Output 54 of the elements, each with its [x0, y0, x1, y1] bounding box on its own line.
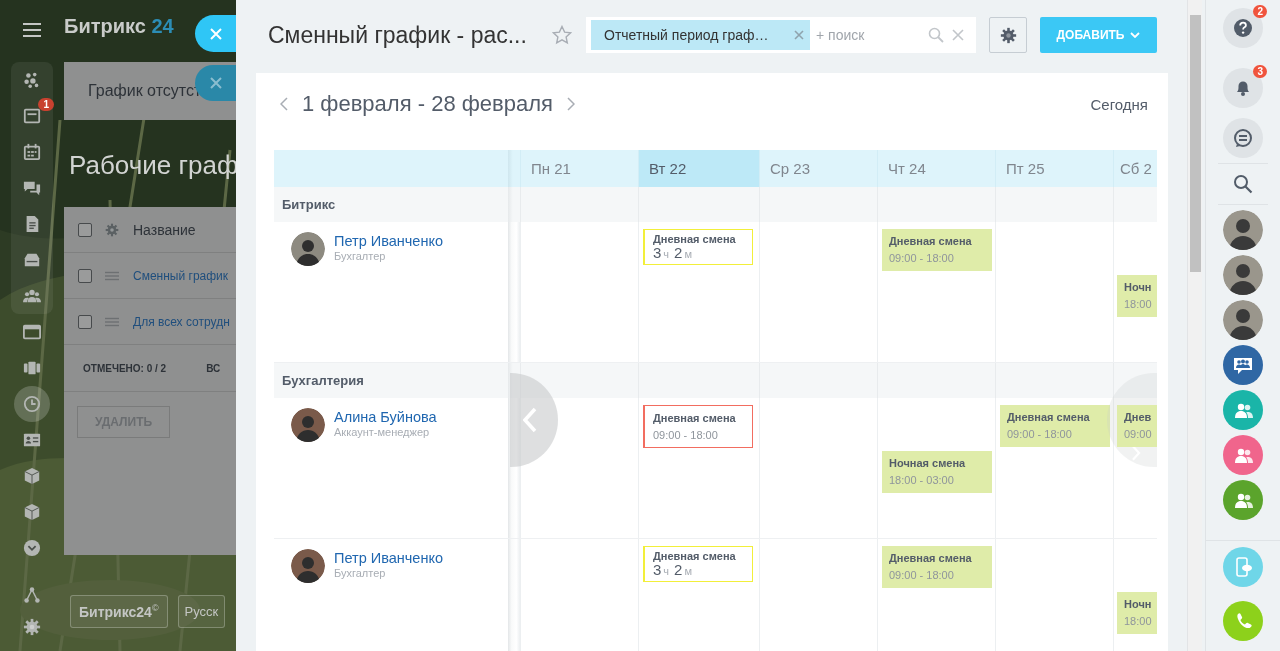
shift-time: 09:00 - 18:00 [1007, 428, 1073, 440]
filter-tag[interactable]: Отчетный период граф… [591, 20, 810, 50]
shift-title: Ночная смена [889, 457, 967, 469]
shift-title: Дневная смена [653, 412, 737, 424]
shift-time: 09:00 - 18:00 [889, 252, 955, 264]
employee-name[interactable]: Петр Иванченко [334, 233, 443, 249]
employee-position: Бухгалтер [334, 250, 387, 262]
group-name: Битрикс [281, 196, 337, 214]
search-field[interactable]: Отчетный период граф… + поиск [586, 17, 976, 53]
shift-card[interactable]: Ночн 18:00 [1117, 275, 1157, 317]
worked-duration: 3 ч 2 м [653, 562, 692, 579]
group-name: Бухгалтерия [281, 372, 365, 390]
shift-time: 09:00 [1124, 428, 1153, 440]
shift-title: Днев [1124, 411, 1153, 423]
shift-card[interactable]: Дневная смена 09:00 - 18:00 [882, 546, 992, 588]
shift-title: Дневная смена [1007, 411, 1091, 423]
selected-count: ОТМЕЧЕНО: 0 / 2 [83, 362, 167, 374]
footer-button[interactable]: Битрикс24$^{©}$ [70, 595, 168, 628]
employee-position: Бухгалтер [334, 567, 387, 579]
shift-title: Ночн [1124, 281, 1153, 293]
shift-card[interactable]: Дневная смена 3 ч 2 м [643, 229, 753, 265]
shift-time: 18:00 [1124, 615, 1153, 627]
employee-name[interactable]: Петр Иванченко [334, 550, 443, 566]
shift-title: Дневная смена [889, 235, 973, 247]
shift-time: 09:00 - 18:00 [653, 429, 719, 441]
shift-time: 18:00 [1124, 298, 1153, 310]
employee-name[interactable]: Алина Буйнова [334, 409, 437, 425]
counter-badge: 3 [1253, 65, 1267, 78]
shift-title: Ночн [1124, 598, 1153, 610]
footer-button[interactable]: Русск [177, 595, 226, 628]
column-header: Название [133, 221, 196, 238]
day-header[interactable]: Вт 22 [638, 150, 759, 187]
counter-badge: 2 [1253, 5, 1267, 18]
shift-title: Дневная смена [653, 550, 737, 562]
schedule-link[interactable]: Для всех сотрудн [133, 314, 230, 329]
footer-text: ВС [206, 362, 221, 374]
period-title: 1 февраля - 28 февраля [302, 91, 553, 117]
shift-card[interactable]: Днев 09:00 [1117, 405, 1157, 447]
shift-time: 18:00 - 03:00 [889, 474, 955, 486]
schedule-link[interactable]: Сменный график [133, 268, 229, 283]
logo[interactable]: Битрикс 24 [64, 15, 174, 43]
panel-title: Сменный график - рас... [268, 21, 528, 50]
worked-duration: 3 ч 2 м [653, 245, 692, 262]
shift-card[interactable]: Ночная смена 18:00 - 03:00 [882, 451, 992, 493]
shift-card[interactable]: Дневная смена 3 ч 2 м [643, 546, 753, 582]
shift-card[interactable]: Дневная смена 09:00 - 18:00 [1000, 405, 1110, 447]
today-button[interactable]: Сегодня [1090, 95, 1148, 113]
shift-card[interactable]: Ночн 18:00 [1117, 592, 1157, 634]
shift-time: 09:00 - 18:00 [889, 569, 955, 581]
employee-position: Аккаунт-менеджер [334, 426, 431, 438]
shift-card[interactable]: Дневная смена 09:00 - 18:00 [643, 405, 753, 448]
shift-card[interactable]: Дневная смена 09:00 - 18:00 [882, 229, 992, 271]
shift-title: Дневная смена [889, 552, 973, 564]
shift-title: Дневная смена [653, 233, 737, 245]
